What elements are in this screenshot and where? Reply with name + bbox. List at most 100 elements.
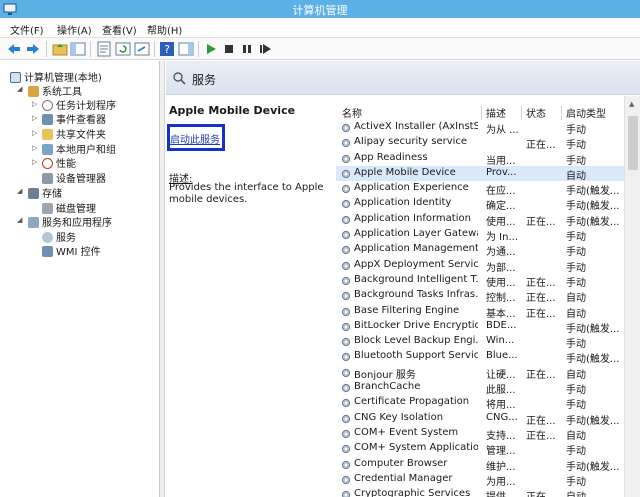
- selected-service-name: Apple Mobile Device: [169, 104, 296, 117]
- expand-arrow-icon[interactable]: ▷: [32, 144, 40, 152]
- gear-icon: [341, 383, 351, 393]
- table-row[interactable]: Background Intelligent T... 使用... 正在... 手动: [336, 273, 626, 289]
- table-row[interactable]: BranchCache 此服... 手动: [336, 380, 626, 397]
- users-icon: [42, 144, 53, 155]
- service-startup-cell: 手动(触发...: [566, 323, 620, 335]
- collapse-arrow-icon[interactable]: ◢: [17, 85, 25, 93]
- column-header-startup[interactable]: 启动类型: [566, 105, 606, 120]
- table-row[interactable]: Cryptographic Services 提供... 正在... 自动: [336, 487, 626, 497]
- back-arrow-icon[interactable]: [6, 41, 22, 57]
- pause-service-icon[interactable]: [239, 41, 255, 57]
- collapse-arrow-icon[interactable]: ◢: [17, 216, 25, 224]
- service-startup-cell: 手动: [566, 476, 586, 488]
- column-header-desc[interactable]: 描述: [486, 105, 506, 120]
- shared-folder-icon: [42, 129, 53, 140]
- table-row[interactable]: Base Filtering Engine 基本... 正在... 自动: [336, 304, 626, 320]
- tree-item-performance[interactable]: 性能: [42, 155, 76, 170]
- table-row[interactable]: Background Tasks Infras... 控制... 正在... 自动: [336, 288, 626, 304]
- table-row[interactable]: App Readiness 当用... 手动: [336, 151, 626, 167]
- table-row[interactable]: CNG Key Isolation CNG... 正在... 手动(触发...: [336, 411, 626, 427]
- tree-item-services-apps[interactable]: 服务和应用程序: [28, 214, 112, 229]
- table-row[interactable]: Application Management 为通... 手动: [336, 242, 626, 259]
- collapse-arrow-icon[interactable]: ◢: [17, 187, 25, 195]
- table-row[interactable]: Application Layer Gatewa... 为 In... 手动: [336, 227, 626, 243]
- service-startup-cell: 手动(触发...: [566, 461, 620, 473]
- gear-icon: [341, 399, 351, 408]
- show-hide-tree-icon[interactable]: [70, 41, 86, 57]
- properties-icon[interactable]: [96, 41, 112, 57]
- service-name-cell: ActiveX Installer (AxInstSV): [354, 121, 478, 132]
- service-startup-cell: 手动(触发...: [566, 216, 620, 228]
- column-header-name[interactable]: 名称: [342, 105, 362, 120]
- table-row[interactable]: BitLocker Drive Encryptio... BDE... 手动(触发.…: [336, 319, 626, 335]
- menu-view[interactable]: 查看(V): [102, 22, 137, 37]
- table-row[interactable]: Block Level Backup Engi... Win... 手动: [336, 334, 626, 350]
- service-startup-cell: 手动: [566, 247, 586, 259]
- help-icon[interactable]: ?: [159, 41, 175, 57]
- stop-service-icon[interactable]: [221, 41, 237, 57]
- refresh-icon[interactable]: [115, 41, 131, 57]
- computer-management-icon: [10, 72, 21, 83]
- pane-splitter[interactable]: [160, 61, 165, 497]
- service-status-cell: 正在...: [526, 369, 556, 381]
- gear-icon: [341, 414, 351, 423]
- tree-item-local-users[interactable]: 本地用户和组: [42, 141, 116, 156]
- tree-item-shared-folders[interactable]: 共享文件夹: [42, 126, 106, 141]
- tree-root[interactable]: 计算机管理(本地): [10, 69, 102, 84]
- expand-arrow-icon[interactable]: ▷: [32, 158, 40, 166]
- menu-help[interactable]: 帮助(H): [147, 22, 182, 37]
- table-row[interactable]: Computer Browser 维护... 手动(触发...: [336, 457, 626, 473]
- expand-arrow-icon[interactable]: ▷: [32, 100, 40, 108]
- up-folder-icon[interactable]: [52, 41, 68, 57]
- window-title: 计算机管理: [292, 4, 348, 17]
- service-desc-cell: 此服...: [486, 385, 516, 397]
- service-startup-cell: 手动(触发...: [566, 415, 620, 427]
- start-service-link[interactable]: 启动此服务: [170, 131, 220, 146]
- table-row[interactable]: COM+ Event System 支持... 正在... 自动: [336, 426, 626, 442]
- table-row[interactable]: COM+ System Application 管理... 手动: [336, 441, 626, 457]
- table-row[interactable]: Application Information 使用... 正在... 手动(触发..…: [336, 212, 626, 228]
- menu-action[interactable]: 操作(A): [57, 22, 92, 37]
- table-row[interactable]: Bluetooth Support Service Blue... 手动(触发...: [336, 349, 626, 365]
- service-name-cell: BranchCache: [354, 381, 421, 393]
- tree-item-storage[interactable]: 存储: [28, 185, 62, 200]
- tree-item-services[interactable]: 服务: [42, 229, 76, 244]
- action-pane-icon[interactable]: [178, 41, 194, 57]
- service-desc-cell: 将用...: [486, 400, 516, 412]
- table-row[interactable]: AIipay security service 正在... 手动: [336, 135, 626, 151]
- column-header-status[interactable]: 状态: [526, 105, 546, 120]
- tree-item-event-viewer[interactable]: 事件查看器: [42, 111, 106, 126]
- gear-icon: [341, 261, 351, 270]
- expand-arrow-icon[interactable]: ▷: [32, 129, 40, 137]
- scroll-thumb[interactable]: [628, 116, 638, 170]
- table-row[interactable]: ActiveX Installer (AxInstSV) 为从 ... 手动: [336, 120, 626, 136]
- service-details-pane: Apple Mobile Device 启动此服务 描述: Provides t…: [166, 96, 336, 497]
- gear-icon: [341, 475, 351, 484]
- search-icon: [173, 72, 186, 85]
- vertical-scrollbar[interactable]: ▲: [624, 96, 640, 497]
- menu-file[interactable]: 文件(F): [10, 22, 44, 37]
- tree-item-disk-management[interactable]: 磁盘管理: [42, 200, 96, 215]
- scroll-up-arrow-icon[interactable]: ▲: [629, 100, 634, 108]
- gear-icon: [341, 322, 351, 331]
- restart-service-icon[interactable]: [257, 41, 273, 57]
- start-service-icon[interactable]: [203, 41, 219, 57]
- panel-title: 服务: [192, 73, 217, 87]
- table-row[interactable]: Certificate Propagation 将用... 手动: [336, 395, 626, 412]
- table-row[interactable]: Apple Mobile Device Prov... 自动: [336, 165, 626, 182]
- tree-item-task-scheduler[interactable]: 任务计划程序: [42, 97, 116, 112]
- export-list-icon[interactable]: [134, 41, 150, 57]
- gear-icon: [42, 232, 53, 243]
- forward-arrow-icon[interactable]: [25, 41, 41, 57]
- table-row[interactable]: Application Identity 确定... 手动(触发...: [336, 196, 626, 212]
- table-row[interactable]: Application Experience 在应... 手动(触发...: [336, 181, 626, 197]
- tree-item-wmi[interactable]: WMI 控件: [42, 243, 101, 258]
- tree-item-system-tools[interactable]: 系统工具: [28, 83, 82, 98]
- table-row[interactable]: Bonjour 服务 让硬... 正在... 自动: [336, 365, 626, 381]
- service-name-cell: Application Management: [354, 243, 478, 255]
- tree-item-device-manager[interactable]: 设备管理器: [42, 170, 106, 185]
- service-startup-cell: 手动: [566, 125, 586, 136]
- expand-arrow-icon[interactable]: ▷: [32, 114, 40, 122]
- table-row[interactable]: Credential Manager 为用... 手动: [336, 472, 626, 488]
- table-row[interactable]: AppX Deployment Servic... 为部... 手动: [336, 258, 626, 274]
